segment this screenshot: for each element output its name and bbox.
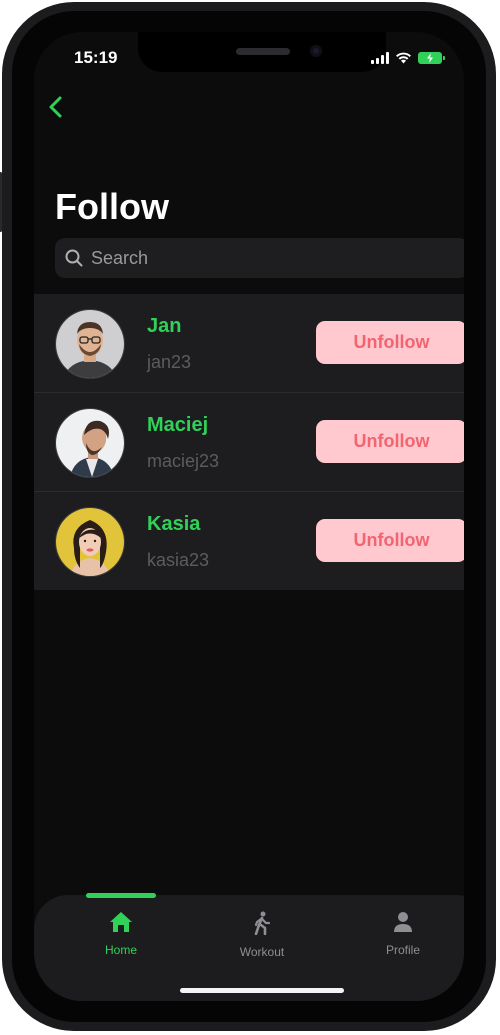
notch [138,32,386,72]
home-icon [110,912,132,932]
home-indicator [180,988,344,993]
chevron-left-icon [49,96,62,118]
user-name[interactable]: Jan [147,315,181,338]
search-bar[interactable] [55,238,464,278]
active-tab-indicator [86,893,156,898]
status-time: 15:19 [74,48,118,67]
phone-bezel: 15:19 Follow Search Jan jan23 Unfollow M… [12,11,486,1022]
follow-list: Jan jan23 Unfollow Maciej maciej23 Unfol… [34,294,464,590]
list-item: Maciej maciej23 Unfollow [34,393,464,492]
search-input[interactable] [89,246,453,270]
unfollow-button[interactable]: Unfollow [316,519,464,562]
list-item: Kasia kasia23 Unfollow [34,492,464,590]
tab-bar: Home Workout Profile [34,893,464,1001]
speaker-grille [236,48,290,55]
battery-charging-icon [418,52,445,64]
wifi-icon [396,52,411,64]
avatar[interactable] [55,408,125,478]
status-icons [371,50,445,66]
walking-icon [254,911,271,936]
unfollow-button[interactable]: Unfollow [316,420,464,463]
search-icon [65,249,83,267]
app-screen: 15:19 Follow Search Jan jan23 Unfollow M… [34,32,464,1001]
back-button[interactable] [46,94,66,120]
person-icon [394,912,412,932]
user-name[interactable]: Kasia [147,513,200,536]
tab-workout[interactable]: Workout [212,911,312,959]
tab-profile-label: Profile [385,943,420,957]
tab-profile[interactable]: Profile [353,911,453,957]
user-handle: jan23 [147,352,192,372]
list-item: Jan jan23 Unfollow [34,294,464,393]
tab-home[interactable]: Home [71,911,171,957]
user-handle: maciej23 [147,451,220,471]
user-name[interactable]: Maciej [147,414,208,437]
user-handle: kasia23 [147,550,210,570]
phone-frame: 15:19 Follow Search Jan jan23 Unfollow M… [0,2,496,1031]
cellular-signal-icon [371,52,389,64]
unfollow-button[interactable]: Unfollow [316,321,464,364]
tab-home-label: Home [104,943,137,957]
page-title: Follow [55,186,169,227]
tab-workout-label: Workout [239,945,285,959]
avatar[interactable] [55,507,125,577]
front-camera [310,45,322,57]
avatar[interactable] [55,309,125,379]
